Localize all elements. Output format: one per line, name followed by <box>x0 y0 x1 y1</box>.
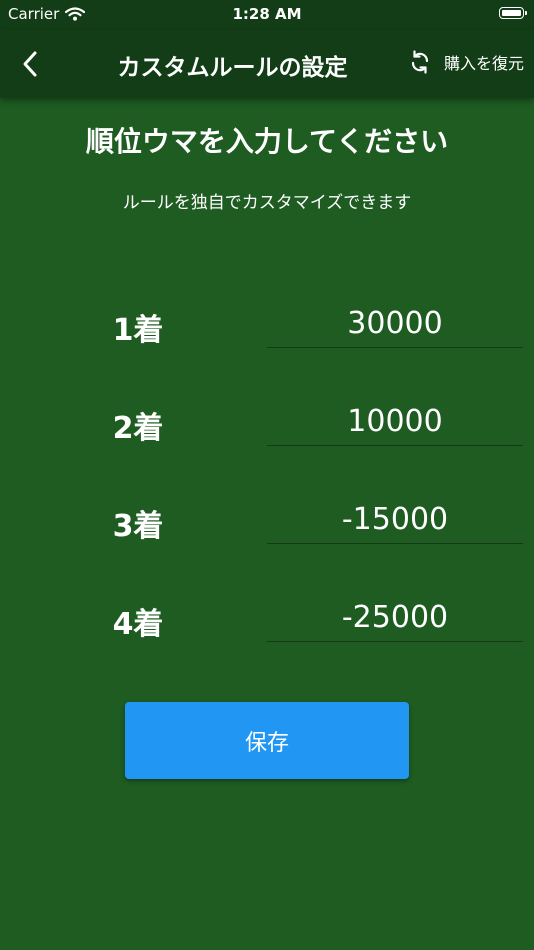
section-heading: 順位ウマを入力してください <box>85 125 449 158</box>
section-subheading: ルールを独自でカスタマイズできます <box>122 193 412 213</box>
battery-icon <box>499 7 527 19</box>
rank-row-3: 3着 <box>0 481 534 577</box>
rank-label: 4着 <box>112 607 164 642</box>
status-time: 1:28 AM <box>232 5 302 23</box>
app-bar: カスタムルールの設定 購入を復元 <box>0 30 534 98</box>
page-title: カスタムルールの設定 <box>117 55 348 81</box>
refresh-icon <box>411 50 429 74</box>
rank-2-input[interactable] <box>267 397 523 446</box>
rank-label: 1着 <box>112 313 164 348</box>
rank-label: 2着 <box>112 411 164 446</box>
rank-row-4: 4着 <box>0 579 534 675</box>
rank-4-input[interactable] <box>267 593 523 642</box>
save-button[interactable]: 保存 <box>125 702 409 779</box>
rank-row-2: 2着 <box>0 383 534 479</box>
rank-row-1: 1着 <box>0 285 534 381</box>
rank-label: 3着 <box>112 509 164 544</box>
restore-purchase-button[interactable]: 購入を復元 <box>408 50 524 74</box>
back-button[interactable] <box>10 44 50 84</box>
restore-purchase-label: 購入を復元 <box>443 54 524 73</box>
rank-3-input[interactable] <box>267 495 523 544</box>
status-bar: Carrier 1:28 AM <box>0 0 534 30</box>
chevron-left-icon <box>23 51 37 77</box>
rank-1-input[interactable] <box>267 299 523 348</box>
